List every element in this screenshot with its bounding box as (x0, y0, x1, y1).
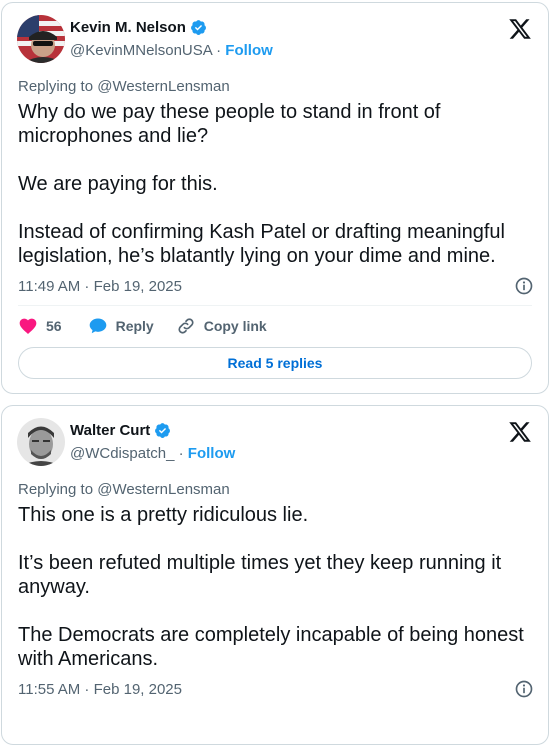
author-handle[interactable]: @WCdispatch_ (70, 445, 174, 462)
tweet-text: This one is a pretty ridiculous lie. It’… (18, 504, 524, 670)
info-icon[interactable] (514, 679, 534, 699)
divider (18, 305, 532, 306)
replying-to[interactable]: Replying to @WesternLensman (18, 481, 230, 498)
author-name[interactable]: Kevin M. Nelson (70, 19, 186, 36)
follow-button[interactable]: Follow (188, 445, 236, 462)
action-bar: 56 Reply Copy link (18, 316, 289, 336)
replying-to[interactable]: Replying to @WesternLensman (18, 78, 230, 95)
follow-button[interactable]: Follow (225, 42, 273, 59)
avatar[interactable] (17, 418, 65, 466)
timestamp[interactable]: 11:55 AM · Feb 19, 2025 (18, 681, 182, 698)
x-logo-icon[interactable] (508, 17, 532, 41)
info-icon[interactable] (514, 276, 534, 296)
tweet-text: Why do we pay these people to stand in f… (18, 101, 505, 267)
separator-dot: · (216, 42, 222, 59)
author-name[interactable]: Walter Curt (70, 422, 150, 439)
author-handle[interactable]: @KevinMNelsonUSA (70, 42, 212, 59)
like-button[interactable]: 56 (18, 316, 62, 336)
verified-badge-icon (190, 20, 206, 35)
separator-dot: · (178, 445, 184, 462)
copy-link-label: Copy link (203, 318, 267, 334)
read-replies-label: Read 5 replies (227, 355, 323, 371)
read-replies-button[interactable]: Read 5 replies (18, 347, 532, 379)
like-count: 56 (46, 318, 62, 334)
reply-bubble-icon (89, 318, 106, 334)
heart-icon (19, 318, 37, 334)
copy-link-button[interactable]: Copy link (176, 316, 267, 336)
tweet-card[interactable]: Kevin M. Nelson @KevinMNelsonUSA · Follo… (1, 2, 549, 394)
verified-badge-icon (155, 423, 171, 438)
avatar[interactable] (17, 15, 65, 63)
tweet-header: Walter Curt @WCdispatch_ · Follow (17, 418, 538, 468)
x-logo-icon[interactable] (508, 420, 532, 444)
reply-label: Reply (115, 318, 154, 334)
reply-button[interactable]: Reply (88, 316, 154, 336)
timestamp[interactable]: 11:49 AM · Feb 19, 2025 (18, 278, 182, 295)
tweet-header: Kevin M. Nelson @KevinMNelsonUSA · Follo… (17, 15, 538, 65)
link-icon (178, 318, 194, 334)
tweet-card[interactable]: Walter Curt @WCdispatch_ · Follow Replyi… (1, 405, 549, 745)
